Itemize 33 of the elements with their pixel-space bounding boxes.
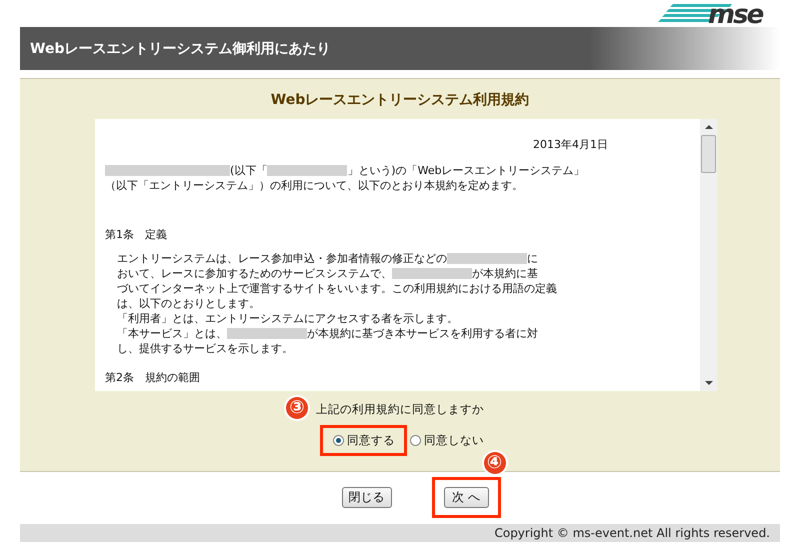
page-title: Webレースエントリーシステム御利用にあたり [30, 40, 330, 58]
radio-button[interactable] [410, 435, 421, 446]
scroll-thumb[interactable] [701, 135, 716, 173]
terms-text: 「利用者」とは、エントリーシステムにアクセスする者を示します。 [117, 311, 458, 326]
terms-text: は、以下のとおりとします。 [117, 296, 260, 311]
close-button[interactable]: 閉じる [342, 486, 392, 508]
terms-text: が本規約に基づき本サービスを利用する者に対 [307, 326, 538, 341]
terms-text: 「本サービス」とは、 [117, 326, 227, 341]
terms-text: し、提供するサービスを示します。 [117, 341, 293, 356]
terms-text: づいてインターネット上で運営するサイトをいいます。この利用規約における用語の定義 [117, 281, 557, 296]
step-number-badge: ③ [286, 397, 308, 419]
next-button[interactable]: 次 へ [444, 486, 488, 508]
terms-text: エントリーシステムは、レース参加申込・参加者情報の修正などの [117, 251, 447, 266]
date-text: 2013年4月1日 [532, 137, 609, 152]
terms-text: 」という)の「Webレースエントリーシステム」 [347, 163, 585, 178]
section-heading: 第2条 規約の範囲 [105, 370, 201, 385]
terms-title: Webレースエントリーシステム利用規約 [270, 91, 530, 110]
logo: mse [650, 0, 780, 26]
terms-text: （以下「エントリーシステム」）の利用について、以下のとおり本規約を定めます。 [105, 178, 523, 193]
copyright-text: Copyright © ms-event.net All rights reserved. [494, 526, 770, 540]
terms-text: に [527, 251, 538, 266]
section-heading: 第1条 定義 [105, 227, 168, 242]
scrollbar[interactable] [700, 119, 717, 391]
radio-label[interactable]: 同意しない [424, 433, 484, 448]
terms-text: が本規約に基 [472, 266, 538, 281]
radio-label[interactable]: 同意する [347, 433, 395, 448]
scroll-up-arrow-icon[interactable] [704, 125, 712, 129]
question-text: 上記の利用規約に同意しますか [316, 402, 484, 416]
scroll-down-arrow-icon[interactable] [704, 381, 712, 385]
terms-text: おいて、レースに参加するためのサービスシステムで、 [117, 266, 392, 281]
step-number-badge: ④ [484, 452, 506, 474]
radio-button[interactable] [333, 435, 344, 446]
terms-text: (以下「 [230, 163, 268, 178]
